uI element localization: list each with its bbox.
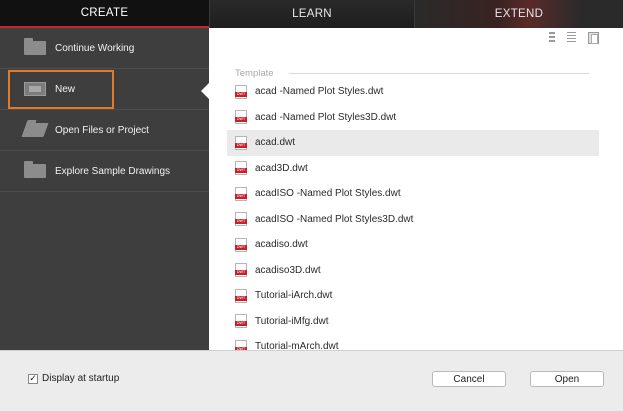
new-drawing-icon bbox=[24, 82, 46, 96]
file-row[interactable]: Tutorial-iMfg.dwt bbox=[227, 309, 599, 335]
sidebar-item-label: New bbox=[55, 83, 76, 95]
tab-learn[interactable]: LEARN bbox=[209, 0, 414, 28]
detail-view-icon[interactable] bbox=[567, 32, 576, 44]
file-name: acad -Named Plot Styles.dwt bbox=[255, 86, 384, 98]
file-row[interactable]: acadiso3D.dwt bbox=[227, 258, 599, 284]
sidebar-item-label: Continue Working bbox=[55, 42, 135, 54]
dwt-file-icon bbox=[235, 84, 247, 99]
cancel-button[interactable]: Cancel bbox=[432, 371, 506, 387]
checkbox-box[interactable]: ✓ bbox=[28, 373, 38, 384]
dwt-file-icon bbox=[235, 135, 247, 150]
file-name: acad3D.dwt bbox=[255, 162, 308, 174]
selected-pointer-caret bbox=[201, 83, 209, 99]
sidebar-item-label: Open Files or Project bbox=[55, 124, 149, 136]
file-row[interactable]: acad -Named Plot Styles.dwt bbox=[227, 79, 599, 105]
file-name: acadISO -Named Plot Styles3D.dwt bbox=[255, 213, 414, 225]
template-panel: Template acad -Named Plot Styles.dwt aca… bbox=[209, 28, 623, 350]
file-name: acad -Named Plot Styles3D.dwt bbox=[255, 111, 397, 123]
open-folder-icon bbox=[21, 123, 49, 137]
checkbox-label: Display at startup bbox=[42, 373, 120, 384]
open-button[interactable]: Open bbox=[530, 371, 604, 387]
folder-icon bbox=[24, 161, 46, 178]
dwt-file-icon bbox=[235, 314, 247, 329]
sidebar-item-open-files[interactable]: Open Files or Project bbox=[0, 110, 209, 151]
template-file-list: acad -Named Plot Styles.dwt acad -Named … bbox=[227, 79, 599, 350]
file-name: acadISO -Named Plot Styles.dwt bbox=[255, 188, 401, 200]
dwt-file-icon bbox=[235, 110, 247, 125]
top-tab-bar: CREATE LEARN EXTEND bbox=[0, 0, 623, 28]
dwt-file-icon bbox=[235, 339, 247, 350]
dwt-file-icon bbox=[235, 161, 247, 176]
file-row-selected[interactable]: acad.dwt bbox=[227, 130, 599, 156]
start-dialog: CREATE LEARN EXTEND Continue Working New… bbox=[0, 0, 623, 411]
file-row[interactable]: acad3D.dwt bbox=[227, 156, 599, 182]
sidebar-item-explore-samples[interactable]: Explore Sample Drawings bbox=[0, 151, 209, 192]
dialog-footer: ✓ Display at startup Cancel Open bbox=[0, 350, 623, 411]
section-divider bbox=[289, 73, 589, 74]
sidebar-item-label: Explore Sample Drawings bbox=[55, 165, 171, 177]
file-name: Tutorial-mArch.dwt bbox=[255, 341, 339, 350]
dwt-file-icon bbox=[235, 263, 247, 278]
sidebar-item-continue-working[interactable]: Continue Working bbox=[0, 28, 209, 69]
section-title: Template bbox=[235, 68, 274, 79]
file-row[interactable]: acad -Named Plot Styles3D.dwt bbox=[227, 105, 599, 131]
sidebar: Continue Working New Open Files or Proje… bbox=[0, 28, 209, 350]
file-row[interactable]: Tutorial-iArch.dwt bbox=[227, 283, 599, 309]
dwt-file-icon bbox=[235, 237, 247, 252]
dwt-file-icon bbox=[235, 288, 247, 303]
file-name: Tutorial-iArch.dwt bbox=[255, 290, 333, 302]
file-name: acadiso.dwt bbox=[255, 239, 308, 251]
file-row[interactable]: acadiso.dwt bbox=[227, 232, 599, 258]
list-view-icon[interactable] bbox=[549, 32, 555, 44]
dwt-file-icon bbox=[235, 212, 247, 227]
file-row[interactable]: Tutorial-mArch.dwt bbox=[227, 334, 599, 350]
display-at-startup-checkbox[interactable]: ✓ Display at startup bbox=[28, 373, 119, 384]
dwt-file-icon bbox=[235, 186, 247, 201]
view-mode-toolbar bbox=[549, 32, 599, 44]
tab-extend[interactable]: EXTEND bbox=[414, 0, 623, 28]
tab-create[interactable]: CREATE bbox=[0, 0, 209, 28]
folder-icon bbox=[24, 38, 46, 55]
file-name: acadiso3D.dwt bbox=[255, 264, 321, 276]
grid-view-icon[interactable] bbox=[588, 32, 599, 44]
file-row[interactable]: acadISO -Named Plot Styles3D.dwt bbox=[227, 207, 599, 233]
file-name: Tutorial-iMfg.dwt bbox=[255, 315, 329, 327]
file-name: acad.dwt bbox=[255, 137, 296, 149]
file-row[interactable]: acadISO -Named Plot Styles.dwt bbox=[227, 181, 599, 207]
sidebar-item-new[interactable]: New bbox=[0, 69, 209, 110]
